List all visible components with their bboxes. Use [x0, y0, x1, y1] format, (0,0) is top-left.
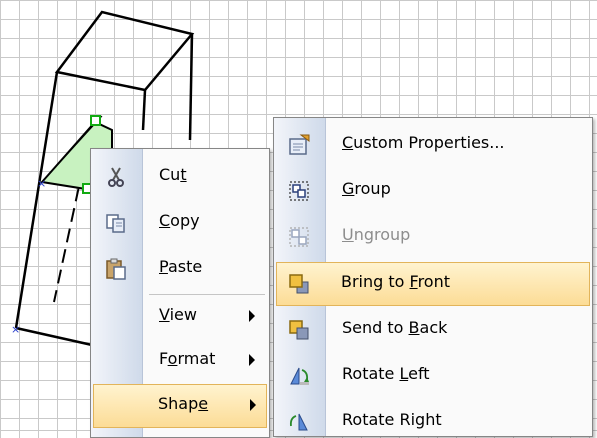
menu-item-group-label: Group	[342, 179, 391, 198]
copy-icon	[104, 211, 128, 235]
menu-item-rotate-left[interactable]: Rotate Left	[276, 354, 590, 398]
rotate-left-icon	[287, 364, 311, 388]
rotate-right-icon	[287, 410, 311, 434]
menu-item-group[interactable]: Group	[276, 169, 590, 213]
connection-point-left: ×	[37, 177, 46, 190]
menu-item-custom-properties-label: Custom Properties...	[342, 133, 505, 152]
send-to-back-icon	[287, 318, 311, 342]
menu-item-bring-to-front-label: Bring to Front	[341, 272, 451, 291]
menu-item-shape[interactable]: Shape	[93, 384, 267, 428]
menu-item-rotate-right-label: Rotate Right	[342, 410, 442, 429]
menu-item-copy[interactable]: Copy	[93, 201, 267, 245]
menu-item-paste-label: Paste	[159, 257, 203, 276]
selection-handle-top[interactable]	[90, 115, 101, 126]
context-menu: Cut Copy Paste View Format Shape	[90, 148, 270, 438]
menu-item-format-label: Format	[159, 349, 216, 368]
group-icon	[287, 179, 311, 203]
edge-back-right	[188, 33, 194, 141]
menu-item-bring-to-front[interactable]: Bring to Front	[276, 262, 590, 306]
menu-item-custom-properties[interactable]: Custom Properties...	[276, 123, 590, 167]
menu-item-cut-label: Cut	[159, 165, 187, 184]
menu-item-rotate-right[interactable]: Rotate Right	[276, 400, 590, 436]
shape-submenu: Custom Properties... Group Ungroup Bring…	[273, 117, 593, 437]
submenu-arrow-icon	[250, 399, 256, 411]
menu-item-send-to-back-label: Send to Back	[342, 318, 448, 337]
menu-item-paste[interactable]: Paste	[93, 247, 267, 291]
edge-bottom	[15, 326, 93, 347]
ungroup-icon	[287, 225, 311, 249]
menu-item-view-label: View	[159, 305, 197, 324]
menu-item-cut[interactable]: Cut	[93, 155, 267, 199]
menu-item-rotate-left-label: Rotate Left	[342, 364, 430, 383]
menu-item-ungroup[interactable]: Ungroup	[276, 215, 590, 259]
paste-icon	[104, 257, 128, 281]
menu-item-copy-label: Copy	[159, 211, 200, 230]
top-face	[54, 10, 195, 92]
menu-item-format[interactable]: Format	[93, 339, 267, 383]
menu-item-ungroup-label: Ungroup	[342, 225, 411, 244]
submenu-arrow-icon	[249, 310, 255, 322]
submenu-arrow-icon	[249, 354, 255, 366]
menu-item-send-to-back[interactable]: Send to Back	[276, 308, 590, 352]
scissors-icon	[104, 165, 128, 189]
connection-point-bottom: ×	[11, 323, 20, 336]
menu-item-shape-label: Shape	[158, 394, 209, 413]
edge-left	[14, 71, 59, 329]
bring-to-front-icon	[287, 272, 311, 296]
custom-properties-icon	[287, 133, 311, 157]
menu-item-view[interactable]: View	[93, 295, 267, 339]
edge-front-right	[141, 89, 147, 131]
